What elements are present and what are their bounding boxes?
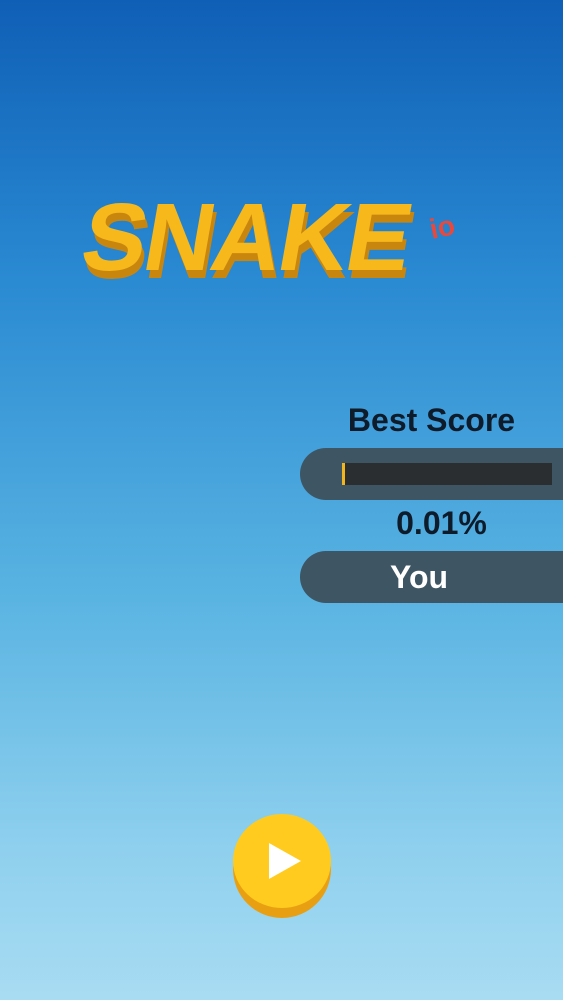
score-percent: 0.01%: [396, 505, 487, 541]
snake-io-logo: SNAKE SNAKE io: [70, 178, 490, 288]
play-button[interactable]: [233, 814, 331, 918]
best-score-label: Best Score: [347, 402, 516, 438]
best-score-progress-track: [342, 463, 552, 485]
player-label-pill: You: [300, 551, 563, 603]
svg-text:SNAKE: SNAKE: [74, 183, 419, 288]
player-label: You: [390, 559, 449, 595]
svg-text:io: io: [427, 209, 458, 244]
best-score-progress-fill: [342, 463, 345, 485]
play-icon: [269, 843, 301, 879]
best-score-progress-pill: [300, 448, 563, 500]
game-start-screen: SNAKE SNAKE io Best Score 0.01% You: [0, 0, 563, 1000]
